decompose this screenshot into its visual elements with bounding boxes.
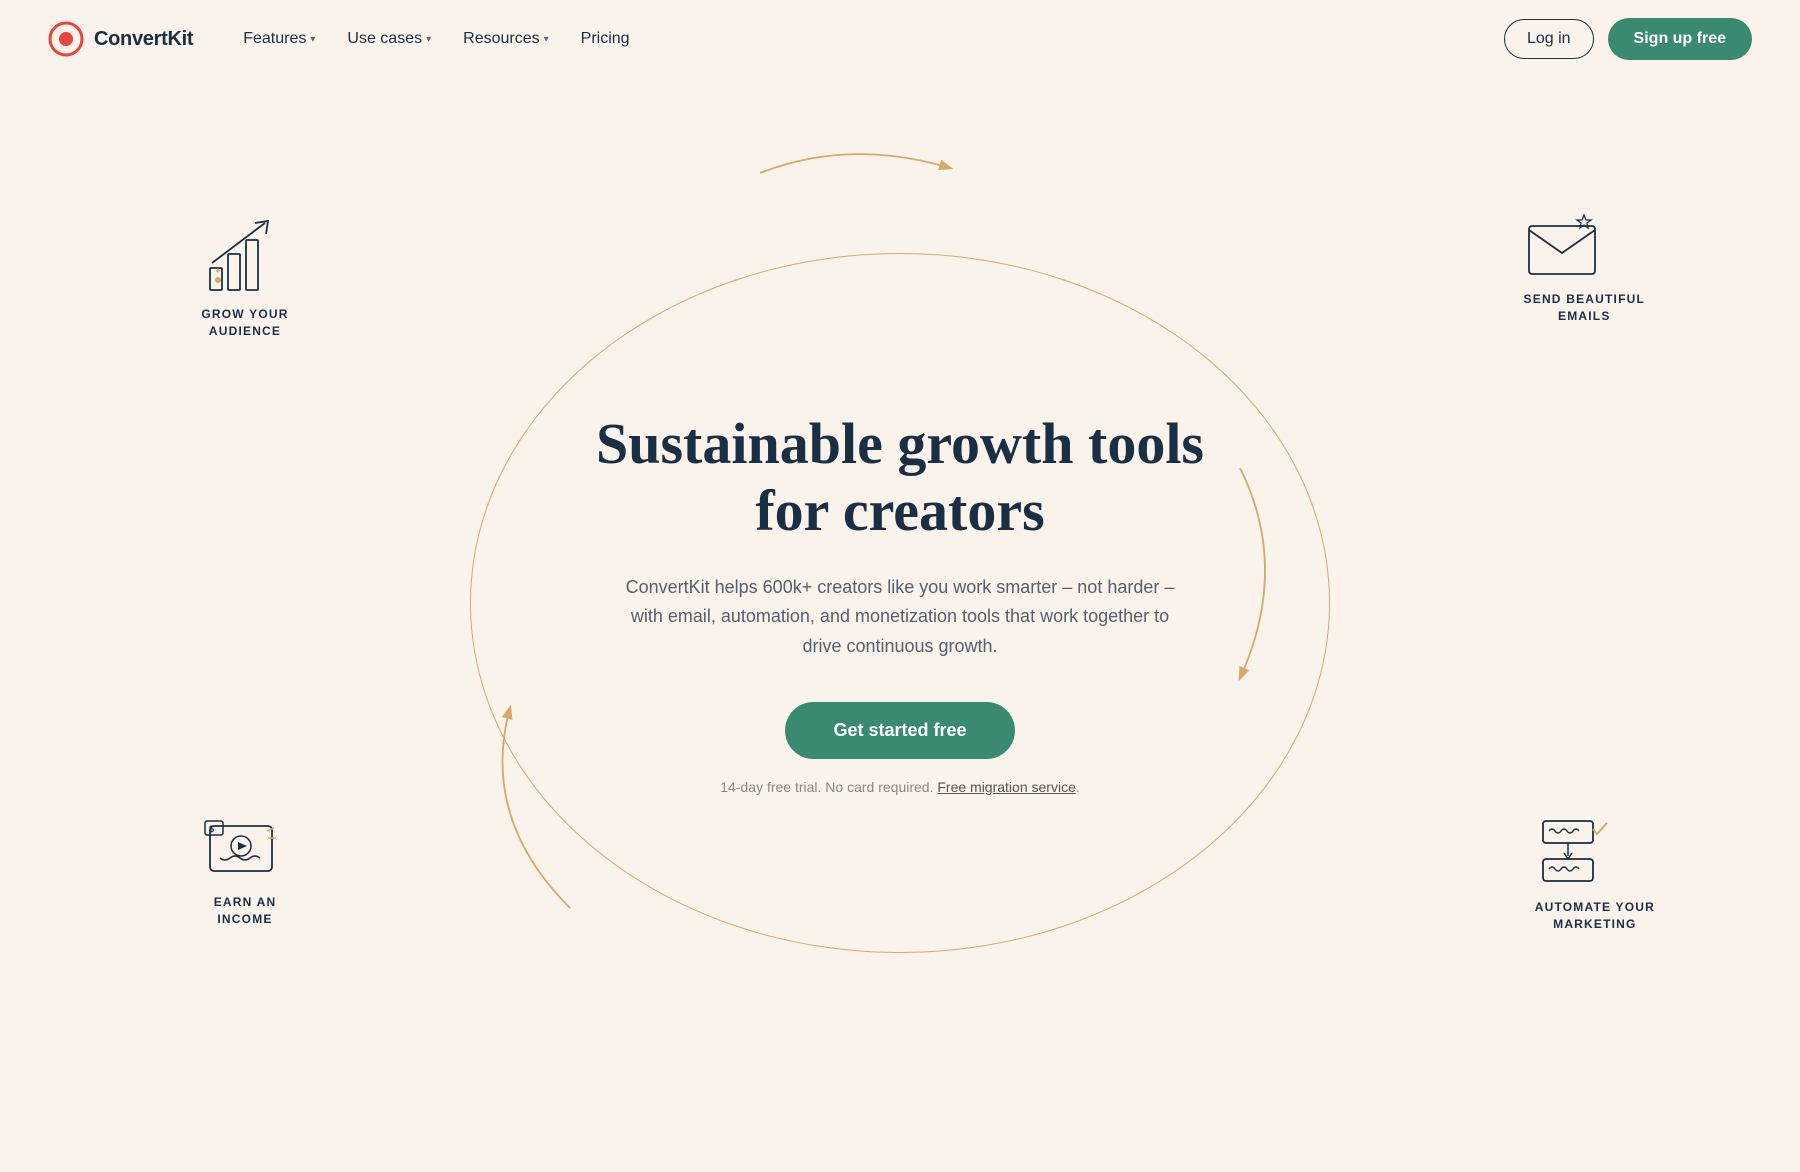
feature-grow: ✦ GROW YOURAUDIENCE: [200, 218, 290, 340]
feature-earn: $ EARN ANINCOME: [200, 806, 290, 928]
feature-email: SEND BEAUTIFULEMAILS: [1524, 208, 1645, 325]
nav-right: Log in Sign up free: [1504, 18, 1752, 60]
hero-title: Sustainable growth tools for creators: [580, 411, 1220, 544]
grow-audience-label: GROW YOURAUDIENCE: [200, 306, 290, 340]
nav-pricing[interactable]: Pricing: [567, 22, 644, 56]
automate-marketing-label: AUTOMATE YOURMARKETING: [1535, 899, 1655, 933]
hero-subtitle: ConvertKit helps 600k+ creators like you…: [610, 573, 1190, 662]
earn-income-label: EARN ANINCOME: [200, 894, 290, 928]
nav-left: ConvertKit Features ▾ Use cases ▾ Resour…: [48, 21, 644, 57]
feature-automate: AUTOMATE YOURMARKETING: [1535, 811, 1655, 933]
signup-button[interactable]: Sign up free: [1608, 18, 1752, 60]
nav-features[interactable]: Features ▾: [229, 22, 329, 56]
hero-section: ✦ GROW YOURAUDIENCE SEND BEAUTIFULEMAILS…: [0, 78, 1800, 1128]
logo-text: ConvertKit: [94, 28, 193, 51]
send-emails-label: SEND BEAUTIFULEMAILS: [1524, 291, 1645, 325]
logo-icon: [48, 21, 84, 57]
hero-center: Sustainable growth tools for creators Co…: [540, 351, 1260, 854]
login-button[interactable]: Log in: [1504, 19, 1594, 59]
chevron-down-icon: ▾: [544, 34, 549, 45]
get-started-button[interactable]: Get started free: [785, 702, 1014, 759]
chevron-down-icon: ▾: [426, 34, 431, 45]
automate-marketing-icon: [1535, 811, 1620, 891]
nav-resources[interactable]: Resources ▾: [449, 22, 563, 56]
svg-text:$: $: [209, 824, 214, 834]
grow-audience-icon: ✦: [200, 218, 290, 298]
nav-links: Features ▾ Use cases ▾ Resources ▾ Prici…: [229, 22, 643, 56]
migration-link[interactable]: Free migration service: [937, 779, 1076, 795]
send-emails-icon: [1524, 208, 1604, 283]
logo[interactable]: ConvertKit: [48, 21, 193, 57]
chevron-down-icon: ▾: [310, 34, 315, 45]
navigation: ConvertKit Features ▾ Use cases ▾ Resour…: [0, 0, 1800, 78]
svg-text:✦: ✦: [214, 266, 222, 276]
earn-income-icon: $: [200, 806, 290, 886]
hero-footnote: 14-day free trial. No card required. Fre…: [580, 779, 1220, 795]
nav-use-cases[interactable]: Use cases ▾: [333, 22, 445, 56]
